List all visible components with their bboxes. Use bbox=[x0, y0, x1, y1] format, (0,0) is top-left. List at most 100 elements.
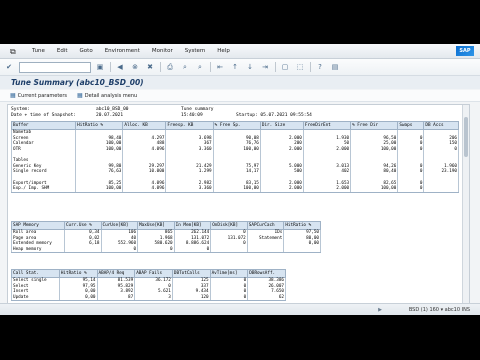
column-header[interactable]: HitRatio % bbox=[283, 221, 321, 230]
table-cell: 4.096 bbox=[122, 185, 167, 193]
table-cell: 0 bbox=[209, 294, 249, 302]
column-header[interactable]: Freesp. KB bbox=[165, 121, 214, 130]
status-toggle-icon[interactable]: ▶ bbox=[378, 307, 382, 313]
table-row[interactable]: Exp./ Imp. SHM 100,00 4.096 3.360 100,00 2.00… bbox=[10, 185, 459, 193]
column-header[interactable]: % Free Dir bbox=[350, 121, 399, 130]
menu-tune[interactable]: Tune bbox=[32, 48, 45, 54]
new-session-icon[interactable]: ▢ bbox=[279, 62, 291, 73]
detail-analysis-label: Detail analysis menu bbox=[84, 92, 138, 99]
layout-icon[interactable]: ▤ bbox=[329, 62, 341, 73]
call-statistics-table: Call Stat. HitRatio % ABAP/4 Req ABAP Fails… bbox=[11, 269, 286, 302]
table-cell bbox=[63, 246, 102, 254]
page-title: Tune Summary (abc10_BSD_00) bbox=[11, 78, 144, 87]
table-cell: 2.000 bbox=[302, 185, 352, 193]
vertical-scrollbar[interactable] bbox=[462, 105, 469, 313]
column-header[interactable]: HitRatio % bbox=[75, 121, 124, 130]
video-frame: ⧉ Tune Edit Goto Environment Monitor Sys… bbox=[0, 0, 480, 360]
next-page-icon[interactable]: ↓ bbox=[244, 62, 256, 73]
table-cell: 2.000 bbox=[259, 185, 304, 193]
info-label: Date + time of Snapshot: bbox=[11, 112, 77, 118]
command-field[interactable] bbox=[19, 61, 91, 73]
print-icon[interactable]: ⎙ bbox=[164, 62, 176, 73]
column-header[interactable]: SAP Memory bbox=[11, 221, 65, 230]
table-header-row: SAP Memory Curr.Use % CurUse[KB] MaxUse[KB]… bbox=[11, 221, 321, 230]
table-header-row: Buffer HitRatio % Alloc. KB Freesp. KB% Fre… bbox=[10, 121, 459, 130]
sap-memory-table: SAP Memory Curr.Use % CurUse[KB] MaxUse[KB]… bbox=[11, 221, 321, 254]
scrollbar-thumb[interactable] bbox=[464, 117, 468, 157]
column-header[interactable]: AvTime[ms] bbox=[209, 269, 249, 278]
system-menu-icon[interactable]: ⧉ bbox=[10, 47, 20, 56]
help-icon[interactable]: ? bbox=[314, 62, 326, 73]
menu-help[interactable]: Help bbox=[217, 48, 230, 54]
column-header[interactable]: Curr.Use % bbox=[63, 221, 102, 230]
table-cell: 0,00 bbox=[58, 294, 98, 302]
column-header[interactable]: FreeDirEnt bbox=[302, 121, 352, 130]
table-cell: 0 bbox=[137, 246, 175, 254]
column-header[interactable]: OnDisk[KB] bbox=[210, 221, 248, 230]
toolbar-divider bbox=[275, 62, 276, 72]
info-value: Startup: 05.07.2021 09:55:54 bbox=[236, 112, 312, 118]
sap-logo: SAP bbox=[456, 46, 474, 56]
current-parameters-button[interactable]: ▦ Current parameters bbox=[10, 92, 67, 99]
column-header[interactable]: DBRowsAff. bbox=[247, 269, 286, 278]
table-cell bbox=[246, 246, 285, 254]
status-bar: ▶ BSD (1) 160 ▾ abc10 INS bbox=[0, 303, 480, 315]
column-header[interactable]: DBTotCalls bbox=[171, 269, 211, 278]
find-icon[interactable]: ⌕ bbox=[179, 62, 191, 73]
column-header[interactable]: Dir. Size bbox=[259, 121, 304, 130]
save-icon[interactable]: ▣ bbox=[94, 62, 106, 73]
snapshot-info: System: abc10_BSD_00 Tune summary Date +… bbox=[11, 107, 312, 118]
table-cell: 100,00 bbox=[75, 185, 124, 193]
toolbar-divider bbox=[110, 62, 111, 72]
report-area[interactable]: System: abc10_BSD_00 Tune summary Date +… bbox=[7, 104, 470, 314]
table-cell: Exp./ Imp. SHM bbox=[10, 185, 77, 193]
column-header[interactable]: Buffer bbox=[10, 121, 77, 130]
column-header[interactable]: Call Stat. bbox=[11, 269, 60, 278]
current-parameters-label: Current parameters bbox=[17, 92, 68, 99]
menu-system[interactable]: System bbox=[185, 48, 206, 54]
table-cell: 3.360 bbox=[165, 185, 214, 193]
table-cell: 62 bbox=[247, 294, 286, 302]
table-cell: 0 bbox=[397, 185, 425, 193]
column-header[interactable]: % Free Sp. bbox=[212, 121, 261, 130]
cancel-icon[interactable]: ✖ bbox=[144, 62, 156, 73]
table-cell bbox=[283, 246, 321, 254]
menu-edit[interactable]: Edit bbox=[57, 48, 68, 54]
column-header[interactable]: SAPCurCach bbox=[246, 221, 285, 230]
table-cell: 3 bbox=[134, 294, 173, 302]
exit-icon[interactable]: ⊗ bbox=[129, 62, 141, 73]
sap-window: ⧉ Tune Edit Goto Environment Monitor Sys… bbox=[0, 44, 480, 315]
menu-environment[interactable]: Environment bbox=[105, 48, 140, 54]
column-header[interactable]: CurUse[KB] bbox=[100, 221, 139, 230]
table-cell: Update bbox=[11, 294, 60, 302]
menu-monitor[interactable]: Monitor bbox=[152, 48, 173, 54]
toolbar-divider bbox=[310, 62, 311, 72]
column-header[interactable]: DB Accs bbox=[423, 121, 459, 130]
application-toolbar: ▦ Current parameters ▦ Detail analysis m… bbox=[0, 90, 480, 102]
table-row[interactable]: Update 0,00 87 3 120 0 62 bbox=[11, 294, 286, 302]
last-page-icon[interactable]: ⇥ bbox=[259, 62, 271, 73]
first-page-icon[interactable]: ⇤ bbox=[214, 62, 226, 73]
column-header[interactable]: Alloc. KB bbox=[122, 121, 167, 130]
parameters-icon: ▦ bbox=[10, 92, 16, 99]
table-row[interactable]: Heap memory 0 0 0 bbox=[11, 246, 321, 254]
table-cell: 100,00 bbox=[350, 185, 399, 193]
column-header[interactable]: ABAP Fails bbox=[134, 269, 173, 278]
back-icon[interactable]: ◀ bbox=[114, 62, 126, 73]
enter-icon[interactable]: ✔ bbox=[3, 62, 15, 73]
info-value: 15:40:09 bbox=[181, 112, 203, 118]
column-header[interactable]: HitRatio % bbox=[58, 269, 98, 278]
find-next-icon[interactable]: ⌕ bbox=[194, 62, 206, 73]
shortcut-icon[interactable]: ⬚ bbox=[294, 62, 306, 73]
table-cell: 87 bbox=[96, 294, 136, 302]
column-header[interactable]: ABAP/4 Req bbox=[96, 269, 136, 278]
info-row: Date + time of Snapshot: 20.07.2021 15:4… bbox=[11, 113, 312, 119]
info-value: 20.07.2021 bbox=[96, 112, 124, 118]
system-info: BSD (1) 160 ▾ abc10 INS bbox=[408, 307, 470, 313]
column-header[interactable]: In Mem[KB] bbox=[173, 221, 212, 230]
column-header[interactable]: MaxUse[KB] bbox=[137, 221, 175, 230]
menu-goto[interactable]: Goto bbox=[80, 48, 93, 54]
column-header[interactable]: Swaps bbox=[397, 121, 425, 130]
prev-page-icon[interactable]: ↑ bbox=[229, 62, 241, 73]
detail-analysis-button[interactable]: ▦ Detail analysis menu bbox=[77, 92, 137, 99]
